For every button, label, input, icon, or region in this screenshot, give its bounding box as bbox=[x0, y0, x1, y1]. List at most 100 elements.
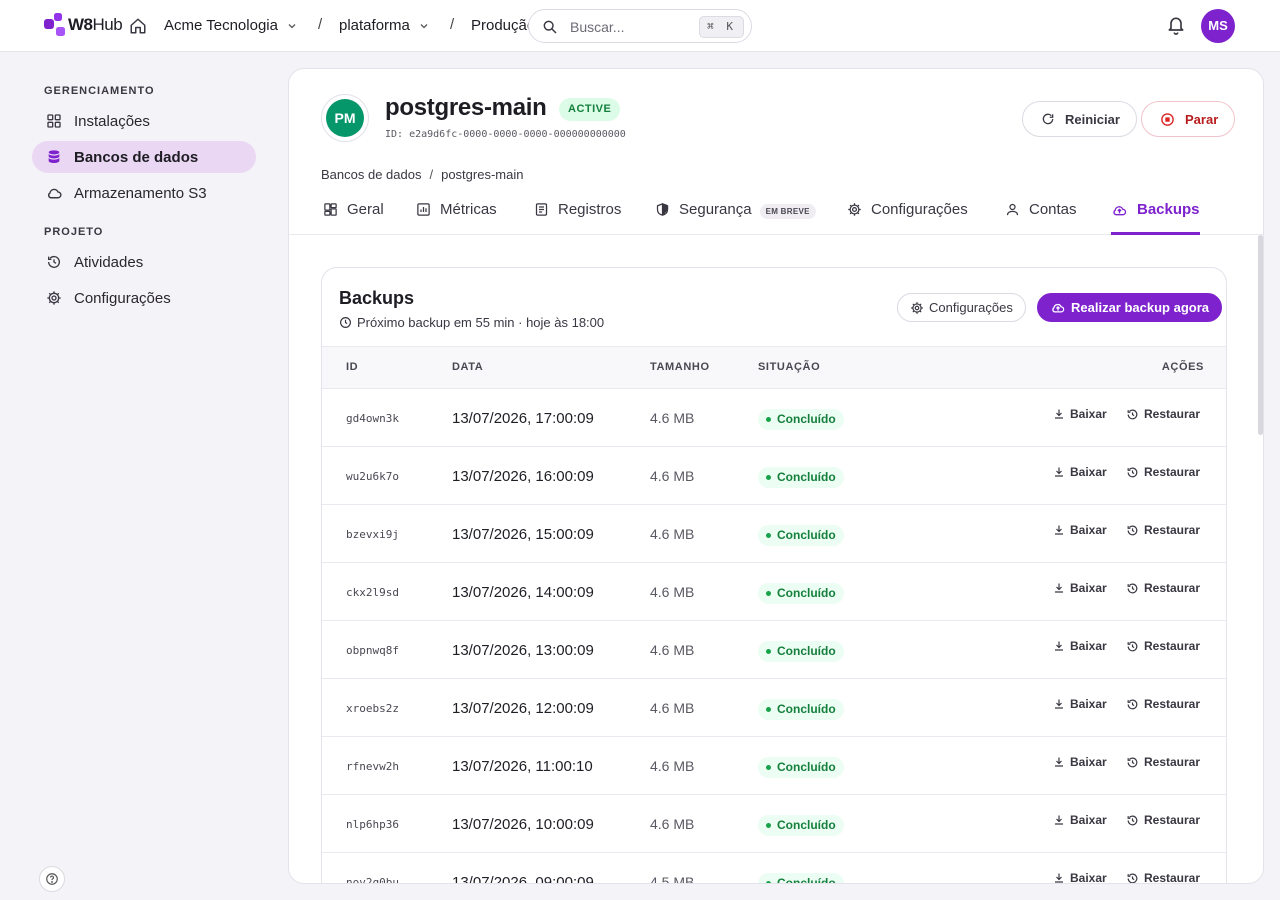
tab-logs[interactable]: Registros bbox=[534, 197, 621, 235]
user-avatar[interactable]: MS bbox=[1201, 9, 1235, 43]
restore-icon bbox=[1127, 467, 1138, 477]
restore-button[interactable]: Restaurar bbox=[1126, 581, 1200, 595]
environment-selector[interactable]: Produção bbox=[471, 17, 529, 34]
refresh-icon bbox=[1042, 113, 1054, 125]
backup-now-button[interactable]: Realizar backup agora bbox=[1037, 293, 1222, 322]
sidebar-item-installations[interactable]: Instalações bbox=[32, 105, 256, 137]
restore-button[interactable]: Restaurar bbox=[1126, 755, 1200, 769]
column-id: ID bbox=[346, 361, 359, 373]
tab-backups[interactable]: Backups bbox=[1111, 197, 1200, 235]
tab-label: Contas bbox=[1029, 201, 1077, 218]
document-icon bbox=[535, 203, 548, 216]
history-icon bbox=[45, 253, 63, 271]
restart-button[interactable]: Reiniciar bbox=[1022, 101, 1137, 137]
download-button[interactable]: Baixar bbox=[1053, 523, 1107, 537]
stop-icon bbox=[1161, 112, 1174, 126]
tab-settings[interactable]: Configurações bbox=[847, 197, 968, 235]
tab-metrics[interactable]: Métricas bbox=[416, 197, 497, 235]
restore-button[interactable]: Restaurar bbox=[1126, 465, 1200, 479]
database-icon bbox=[45, 148, 63, 166]
sidebar-item-settings[interactable]: Configurações bbox=[32, 282, 256, 314]
home-icon[interactable] bbox=[129, 17, 147, 35]
chevron-down-icon bbox=[420, 23, 428, 28]
search-icon bbox=[543, 20, 557, 34]
download-label: Baixar bbox=[1070, 697, 1107, 711]
settings-label: Configurações bbox=[929, 300, 1013, 315]
column-size: TAMANHO bbox=[650, 361, 710, 373]
bell-icon[interactable] bbox=[1166, 15, 1186, 35]
download-button[interactable]: Baixar bbox=[1053, 813, 1107, 827]
sidebar-item-activities[interactable]: Atividades bbox=[32, 246, 256, 278]
status-dot bbox=[766, 765, 771, 770]
backup-settings-button[interactable]: Configurações bbox=[897, 293, 1026, 322]
backup-id: rfnevw2h bbox=[346, 760, 399, 773]
breadcrumb-current: postgres-main bbox=[441, 167, 524, 182]
grid-icon bbox=[45, 112, 63, 130]
sidebar-item-databases[interactable]: Bancos de dados bbox=[32, 141, 256, 173]
restore-button[interactable]: Restaurar bbox=[1126, 523, 1200, 537]
backup-size: 4.6 MB bbox=[650, 584, 695, 600]
gear-icon bbox=[911, 301, 923, 314]
tab-label: Configurações bbox=[871, 201, 968, 218]
breadcrumb-parent[interactable]: Bancos de dados bbox=[321, 167, 421, 182]
sidebar-item-s3-storage[interactable]: Armazenamento S3 bbox=[32, 177, 256, 209]
sidebar-section-manage: GERENCIAMENTO bbox=[44, 85, 155, 97]
backup-size: 4.6 MB bbox=[650, 468, 695, 484]
status-dot bbox=[766, 707, 771, 712]
tab-label: Métricas bbox=[440, 201, 497, 218]
coming-soon-badge: EM BREVE bbox=[759, 204, 816, 219]
restore-label: Restaurar bbox=[1144, 407, 1201, 421]
card-title: Backups bbox=[339, 288, 415, 308]
download-button[interactable]: Baixar bbox=[1053, 407, 1107, 421]
download-label: Baixar bbox=[1070, 755, 1107, 769]
search-bar[interactable]: Buscar... ⌘ K bbox=[528, 9, 752, 43]
logo[interactable]: W8Hub bbox=[44, 13, 123, 37]
download-button[interactable]: Baixar bbox=[1053, 755, 1107, 769]
cloud-upload-icon bbox=[1113, 206, 1127, 216]
scrollbar[interactable] bbox=[1258, 235, 1263, 435]
org-selector[interactable]: Acme Tecnologia bbox=[164, 17, 298, 34]
help-icon[interactable] bbox=[39, 866, 65, 892]
backup-size: 4.6 MB bbox=[650, 410, 695, 426]
status-badge: Concluído bbox=[758, 583, 844, 604]
tab-label: Backups bbox=[1137, 201, 1200, 218]
tab-security[interactable]: Segurança EM BREVE bbox=[655, 197, 816, 235]
restore-button[interactable]: Restaurar bbox=[1126, 639, 1200, 653]
backup-id: obpnwq8f bbox=[346, 644, 399, 657]
status-badge: Concluído bbox=[758, 757, 844, 778]
download-button[interactable]: Baixar bbox=[1053, 639, 1107, 653]
project-selector[interactable]: plataforma bbox=[339, 17, 430, 34]
status-dot bbox=[766, 881, 771, 883]
restore-button[interactable]: Restaurar bbox=[1126, 813, 1200, 827]
gear-icon bbox=[45, 289, 63, 307]
download-button[interactable]: Baixar bbox=[1053, 465, 1107, 479]
cloud-upload-icon bbox=[1052, 303, 1065, 313]
project-name: plataforma bbox=[339, 17, 410, 34]
download-button[interactable]: Baixar bbox=[1053, 697, 1107, 711]
download-label: Baixar bbox=[1070, 871, 1107, 884]
breadcrumb-separator: / bbox=[450, 16, 455, 33]
backup-id: gd4own3k bbox=[346, 412, 399, 425]
tab-label: Segurança bbox=[679, 201, 752, 218]
backup-date: 13/07/2026, 11:00:10 bbox=[452, 758, 593, 775]
tab-accounts[interactable]: Contas bbox=[1005, 197, 1077, 235]
tab-general[interactable]: Geral bbox=[323, 197, 384, 235]
org-name: Acme Tecnologia bbox=[164, 17, 278, 34]
restore-icon bbox=[1127, 409, 1138, 419]
status-badge: Concluído bbox=[758, 525, 844, 546]
backup-id: ckx2l9sd bbox=[346, 586, 399, 599]
restore-button[interactable]: Restaurar bbox=[1126, 697, 1200, 711]
download-label: Baixar bbox=[1070, 813, 1107, 827]
restore-button[interactable]: Restaurar bbox=[1126, 407, 1200, 421]
stop-button[interactable]: Parar bbox=[1141, 101, 1236, 137]
backup-size: 4.6 MB bbox=[650, 758, 695, 774]
download-button[interactable]: Baixar bbox=[1053, 871, 1107, 884]
column-status: SITUAÇÃO bbox=[758, 361, 821, 373]
sidebar-item-label: Instalações bbox=[74, 112, 150, 130]
status-badge: Concluído bbox=[758, 815, 844, 836]
status-text: Concluído bbox=[777, 702, 836, 716]
restore-icon bbox=[1127, 815, 1138, 825]
download-button[interactable]: Baixar bbox=[1053, 581, 1107, 595]
restore-label: Restaurar bbox=[1144, 813, 1201, 827]
restore-button[interactable]: Restaurar bbox=[1126, 871, 1200, 883]
